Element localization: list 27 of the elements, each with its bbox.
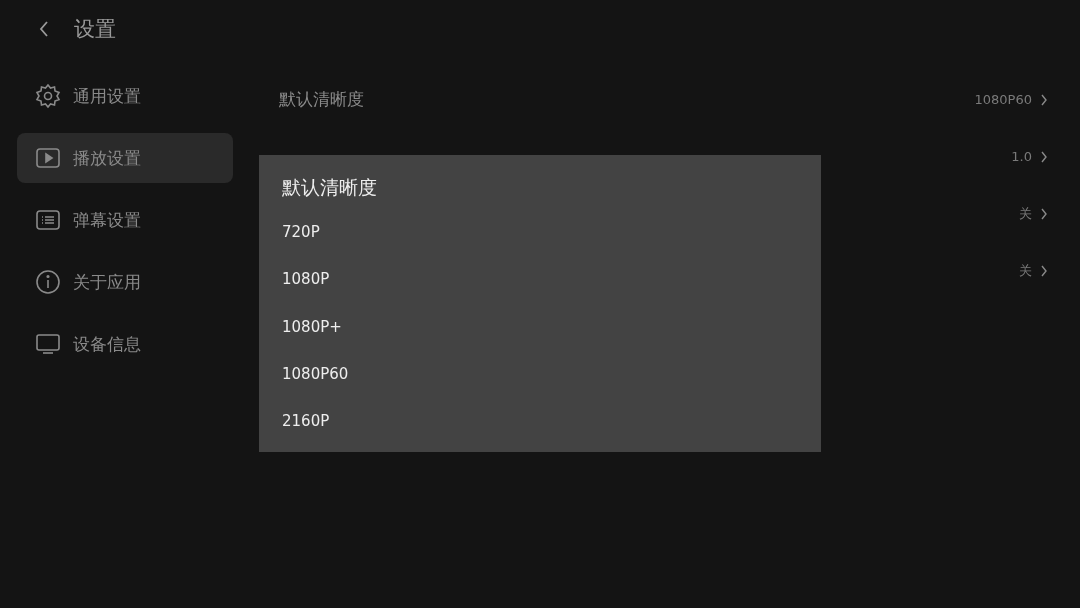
dialog-option[interactable]: 2160P [282,406,798,454]
sidebar-item[interactable]: 设备信息 [17,319,233,369]
dialog-title: 默认清晰度 [282,175,378,200]
dialog-option[interactable]: 1080P [282,264,798,312]
setting-value: 关 [1019,204,1032,223]
sidebar-item[interactable]: 弹幕设置 [17,195,233,245]
chevron-icon[interactable] [1040,264,1048,277]
sidebar-item[interactable]: 播放设置 [17,133,233,183]
setting-label: 默认清晰度 [279,88,364,111]
chevron-icon[interactable] [1040,93,1048,106]
back-icon[interactable] [38,20,50,38]
dialog-option[interactable]: 1080P60 [282,358,798,407]
dialog-option[interactable]: 720P [282,217,798,265]
play-icon [35,145,61,171]
gear-icon [35,83,61,109]
info-icon [35,269,61,295]
chevron-icon[interactable] [1040,150,1048,163]
list-icon [35,207,61,233]
setting-value: 1.0 [1011,149,1032,164]
setting-value: 1080P60 [974,92,1032,107]
sidebar-item[interactable]: 通用设置 [17,71,233,121]
setting-value: 关 [1019,261,1032,280]
chevron-icon[interactable] [1040,207,1048,220]
sidebar-item[interactable]: 关于应用 [17,257,233,307]
dialog-option[interactable]: 1080P+ [282,311,798,359]
tv-icon [35,331,61,357]
page-title: 设置 [74,16,116,43]
